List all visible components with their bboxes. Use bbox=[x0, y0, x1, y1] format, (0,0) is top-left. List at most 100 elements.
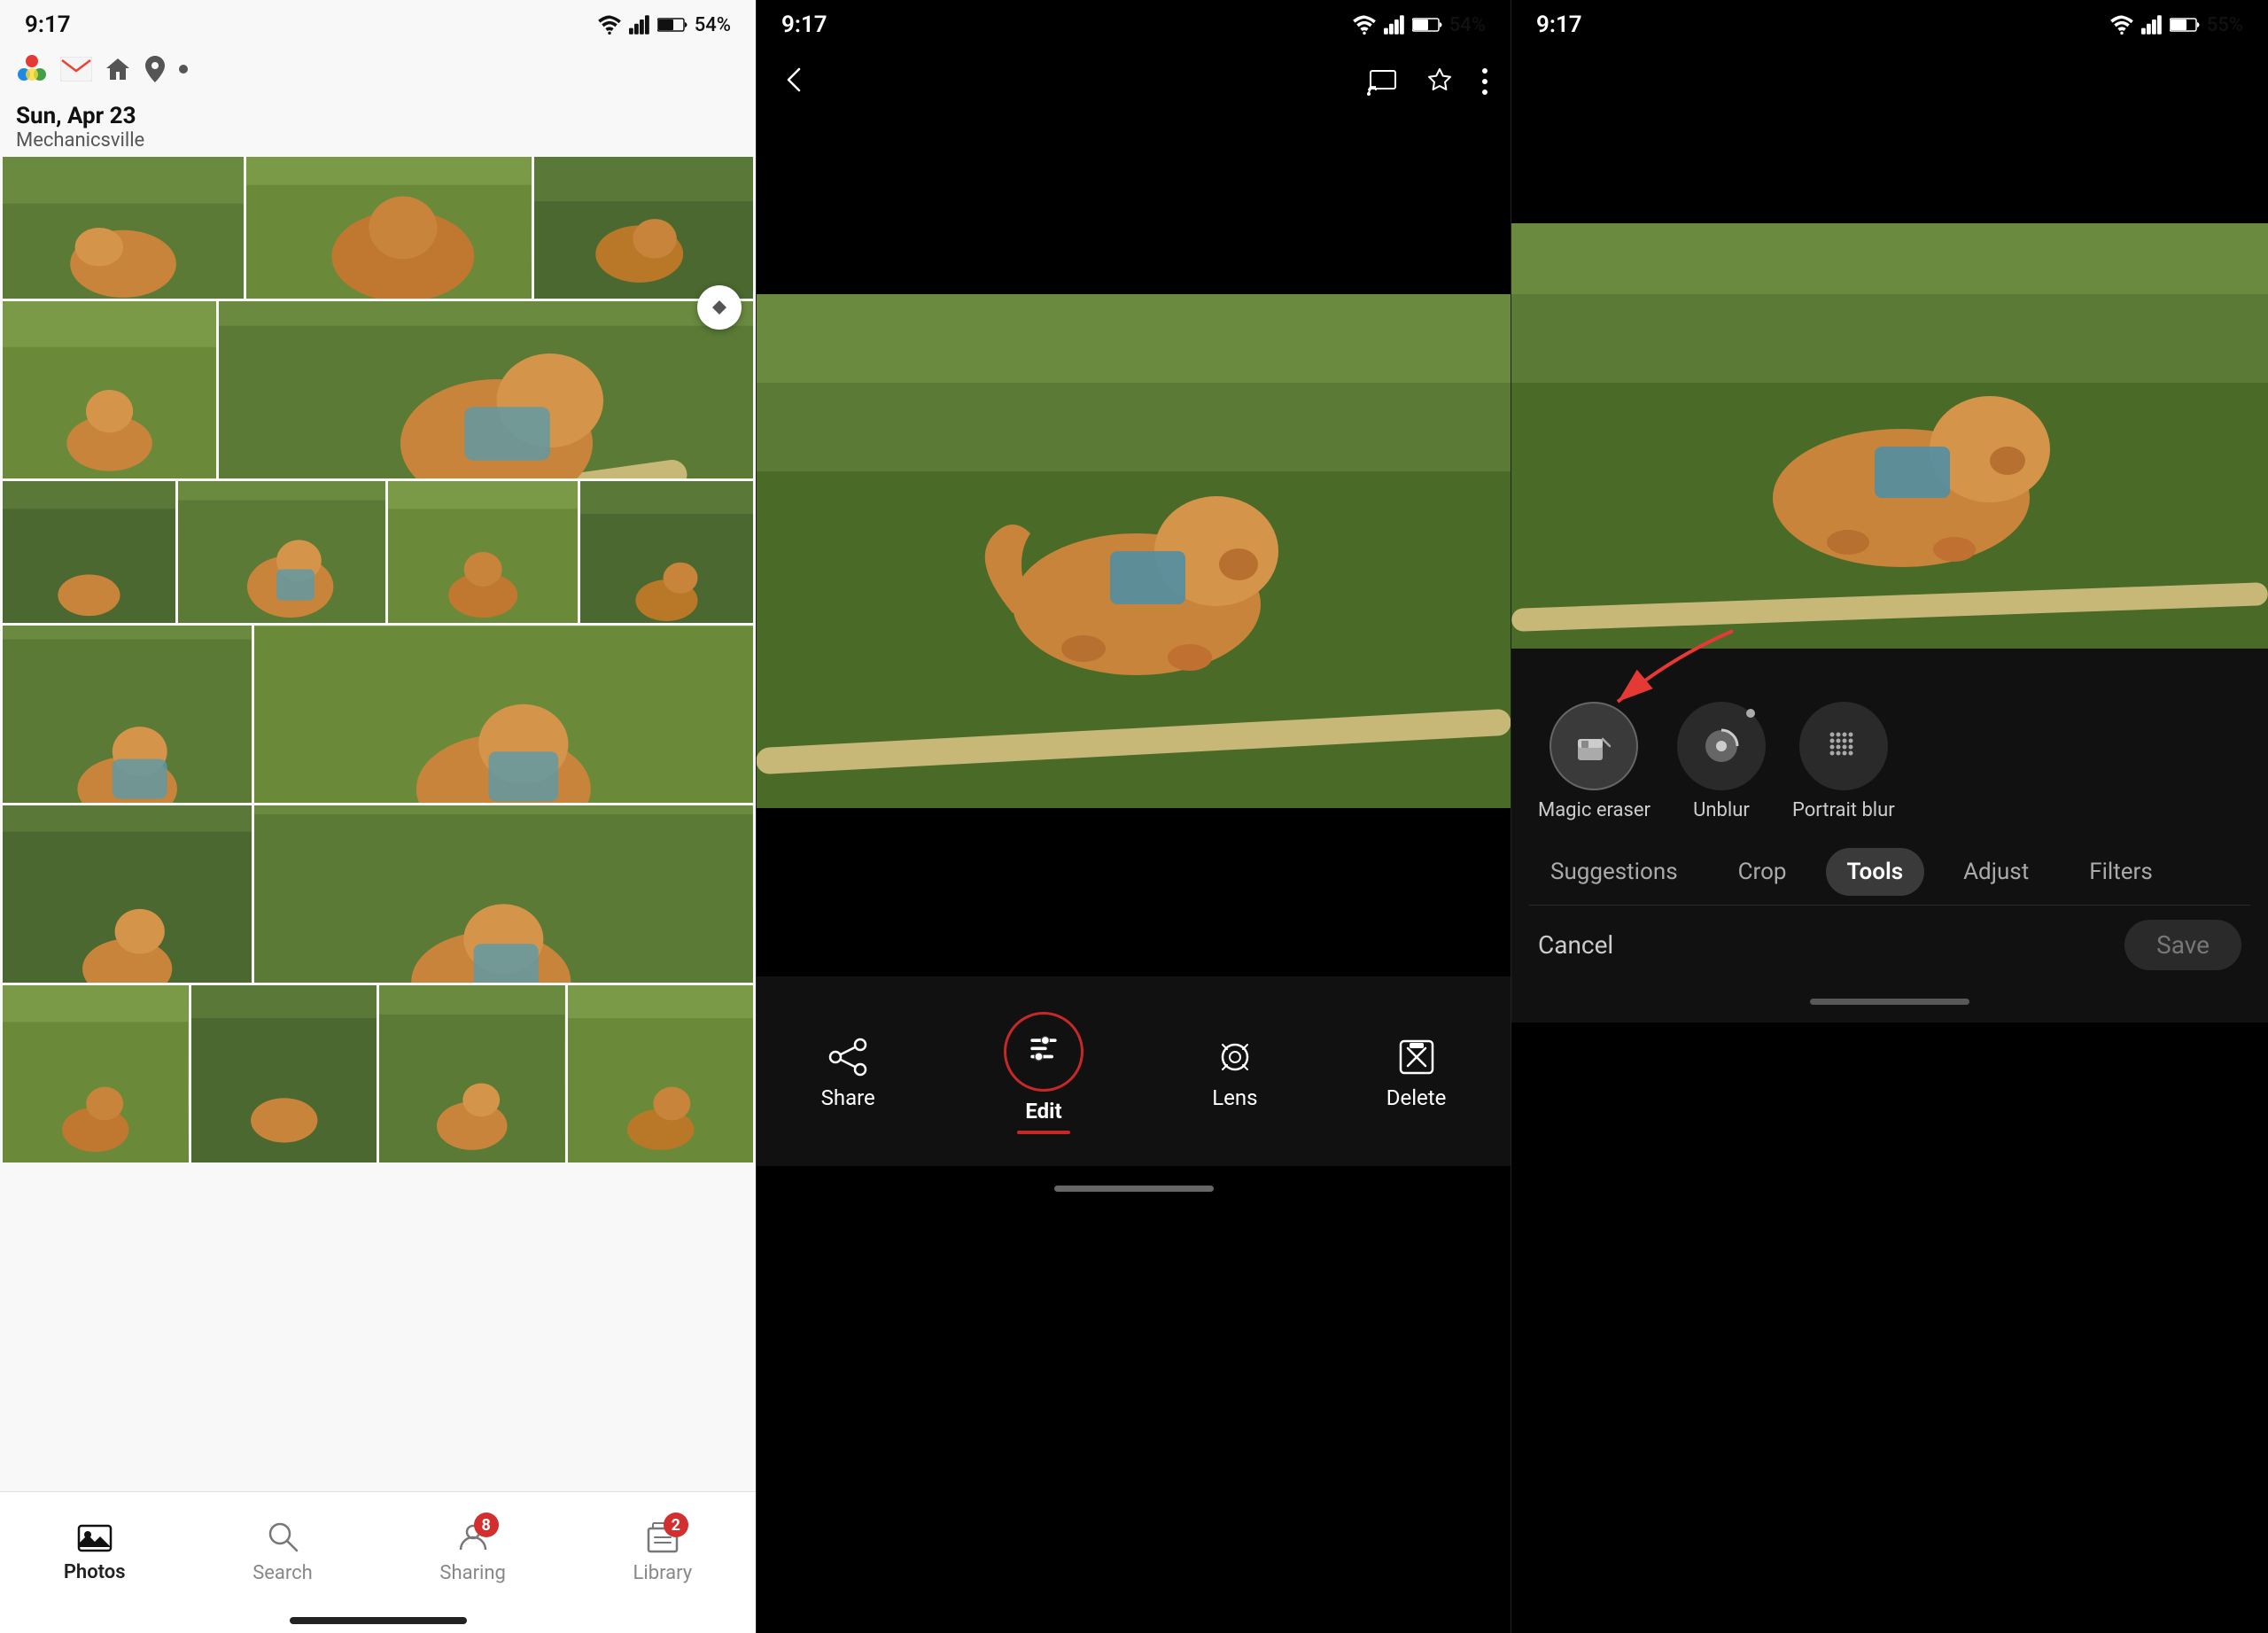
back-button[interactable] bbox=[778, 64, 810, 99]
home-indicator-p1 bbox=[290, 1617, 467, 1624]
lens-icon bbox=[1214, 1036, 1256, 1078]
photo-thumb-2[interactable] bbox=[534, 157, 753, 299]
panel-photo-viewer: 9:17 bbox=[756, 0, 1511, 1633]
black-space-top bbox=[757, 117, 1511, 294]
home-indicator-p3 bbox=[1810, 999, 1969, 1005]
toolbar-edit[interactable]: Edit bbox=[1004, 1012, 1084, 1134]
grid-row-1 bbox=[3, 301, 753, 478]
nav-label-sharing: Sharing bbox=[439, 1562, 505, 1584]
portrait-blur-circle bbox=[1799, 702, 1888, 790]
nav-item-search[interactable]: Search bbox=[252, 1520, 313, 1584]
photo-thumb-13[interactable] bbox=[3, 985, 189, 1163]
home-area-p3 bbox=[1511, 984, 2268, 1023]
delete-icon bbox=[1395, 1036, 1438, 1078]
nav-item-sharing[interactable]: 8 Sharing bbox=[439, 1520, 505, 1584]
p3-black-top bbox=[1511, 46, 2268, 223]
status-right-p2: 54% bbox=[1352, 14, 1486, 36]
edit-circle bbox=[1004, 1012, 1084, 1092]
photo-thumb-10[interactable] bbox=[254, 626, 753, 803]
toolbar-delete[interactable]: Delete bbox=[1386, 1036, 1447, 1110]
toolbar-share[interactable]: Share bbox=[821, 1036, 875, 1110]
panel-edit-tools: 9:17 bbox=[1511, 0, 2268, 1633]
tabs-row: Suggestions Crop Tools Adjust Filters bbox=[1511, 839, 2268, 905]
photo-thumb-9[interactable] bbox=[3, 626, 252, 803]
photos-nav-icon bbox=[77, 1520, 113, 1552]
top-icons-row-p1 bbox=[0, 46, 756, 92]
tab-crop[interactable]: Crop bbox=[1717, 848, 1808, 896]
battery-text-p3: 55% bbox=[2207, 14, 2243, 36]
photo-thumb-15[interactable] bbox=[379, 985, 565, 1163]
wifi-icon-p2 bbox=[1352, 15, 1377, 35]
nav-label-photos: Photos bbox=[64, 1561, 126, 1583]
portrait-blur-icon bbox=[1820, 722, 1868, 770]
grid-row-3 bbox=[3, 626, 753, 803]
photo-thumb-12[interactable] bbox=[254, 805, 753, 983]
cancel-button[interactable]: Cancel bbox=[1538, 930, 1613, 960]
magic-eraser-icon bbox=[1571, 723, 1617, 769]
nav-item-photos[interactable]: Photos bbox=[64, 1520, 126, 1583]
nav-label-library: Library bbox=[633, 1562, 693, 1584]
status-icons-p1: 54% bbox=[597, 14, 731, 36]
status-dot bbox=[179, 65, 188, 74]
status-right-p3: 55% bbox=[2109, 14, 2243, 36]
p2-header bbox=[757, 46, 1511, 117]
battery-text-p1: 54% bbox=[695, 14, 731, 36]
photo-thumb-7[interactable] bbox=[388, 481, 578, 623]
home-icon-status bbox=[105, 56, 131, 82]
photo-thumb-14[interactable] bbox=[191, 985, 377, 1163]
favorite-icon[interactable] bbox=[1424, 66, 1456, 97]
photo-thumb-5[interactable] bbox=[3, 481, 175, 623]
more-options-icon[interactable] bbox=[1480, 66, 1489, 97]
photo-thumb-3[interactable] bbox=[3, 301, 216, 478]
save-button[interactable]: Save bbox=[2124, 920, 2241, 970]
search-nav-icon bbox=[266, 1520, 299, 1553]
photo-thumb-8[interactable] bbox=[580, 481, 753, 623]
photo-thumb-0[interactable] bbox=[3, 157, 244, 299]
nav-label-search: Search bbox=[252, 1562, 313, 1584]
black-space-bottom bbox=[757, 808, 1511, 976]
tab-filters[interactable]: Filters bbox=[2068, 848, 2174, 896]
photo-thumb-11[interactable] bbox=[3, 805, 252, 983]
nav-item-library[interactable]: 2 Library bbox=[633, 1520, 693, 1584]
grid-row-0 bbox=[3, 157, 753, 299]
sharing-badge: 8 bbox=[474, 1512, 499, 1537]
tab-suggestions[interactable]: Suggestions bbox=[1529, 848, 1699, 896]
photo-thumb-6[interactable] bbox=[178, 481, 385, 623]
p3-main-photo[interactable] bbox=[1511, 223, 2268, 649]
signal-icon bbox=[629, 15, 650, 35]
home-area-p2 bbox=[757, 1166, 1511, 1210]
grid-row-4 bbox=[3, 805, 753, 983]
portrait-blur-label: Portrait blur bbox=[1792, 799, 1895, 821]
unblur-icon bbox=[1697, 722, 1745, 770]
main-photo[interactable] bbox=[757, 294, 1511, 808]
wifi-icon-p3 bbox=[2109, 15, 2134, 35]
status-time-p3: 9:17 bbox=[1536, 12, 1582, 38]
bottom-nav: Photos Search 8 Sharing bbox=[0, 1491, 756, 1633]
wifi-icon bbox=[597, 15, 622, 35]
p2-header-icons bbox=[1367, 66, 1489, 97]
toolbar-delete-label: Delete bbox=[1386, 1085, 1447, 1110]
status-bar-panel1: 9:17 bbox=[0, 0, 756, 46]
tool-portrait-blur[interactable]: Portrait blur bbox=[1792, 702, 1895, 821]
tab-tools[interactable]: Tools bbox=[1826, 848, 1925, 896]
battery-icon-p3 bbox=[2170, 17, 2200, 33]
signal-icon-p3 bbox=[2141, 15, 2163, 35]
edit-underline bbox=[1017, 1131, 1070, 1134]
library-badge: 2 bbox=[664, 1512, 688, 1537]
scroll-fab[interactable] bbox=[697, 285, 742, 330]
photo-thumb-4[interactable] bbox=[219, 301, 753, 478]
panel-photos-grid: 9:17 bbox=[0, 0, 756, 1633]
tab-adjust[interactable]: Adjust bbox=[1942, 848, 2050, 896]
battery-icon-p1 bbox=[657, 17, 687, 33]
toolbar-lens[interactable]: Lens bbox=[1212, 1036, 1257, 1110]
gmail-icon bbox=[60, 57, 92, 82]
battery-text-p2: 54% bbox=[1449, 14, 1486, 36]
cast-icon[interactable] bbox=[1367, 67, 1399, 96]
photo-grid-header: Sun, Apr 23 Mechanicsville bbox=[0, 92, 756, 157]
p2-bottom-toolbar: Share Edit bbox=[757, 976, 1511, 1166]
p2-toolbar-items: Share Edit bbox=[757, 994, 1511, 1152]
photo-thumb-1[interactable] bbox=[246, 157, 532, 299]
photo-date: Sun, Apr 23 bbox=[16, 103, 740, 129]
red-arrow-icon bbox=[1538, 622, 1768, 728]
photo-thumb-16[interactable] bbox=[568, 985, 754, 1163]
